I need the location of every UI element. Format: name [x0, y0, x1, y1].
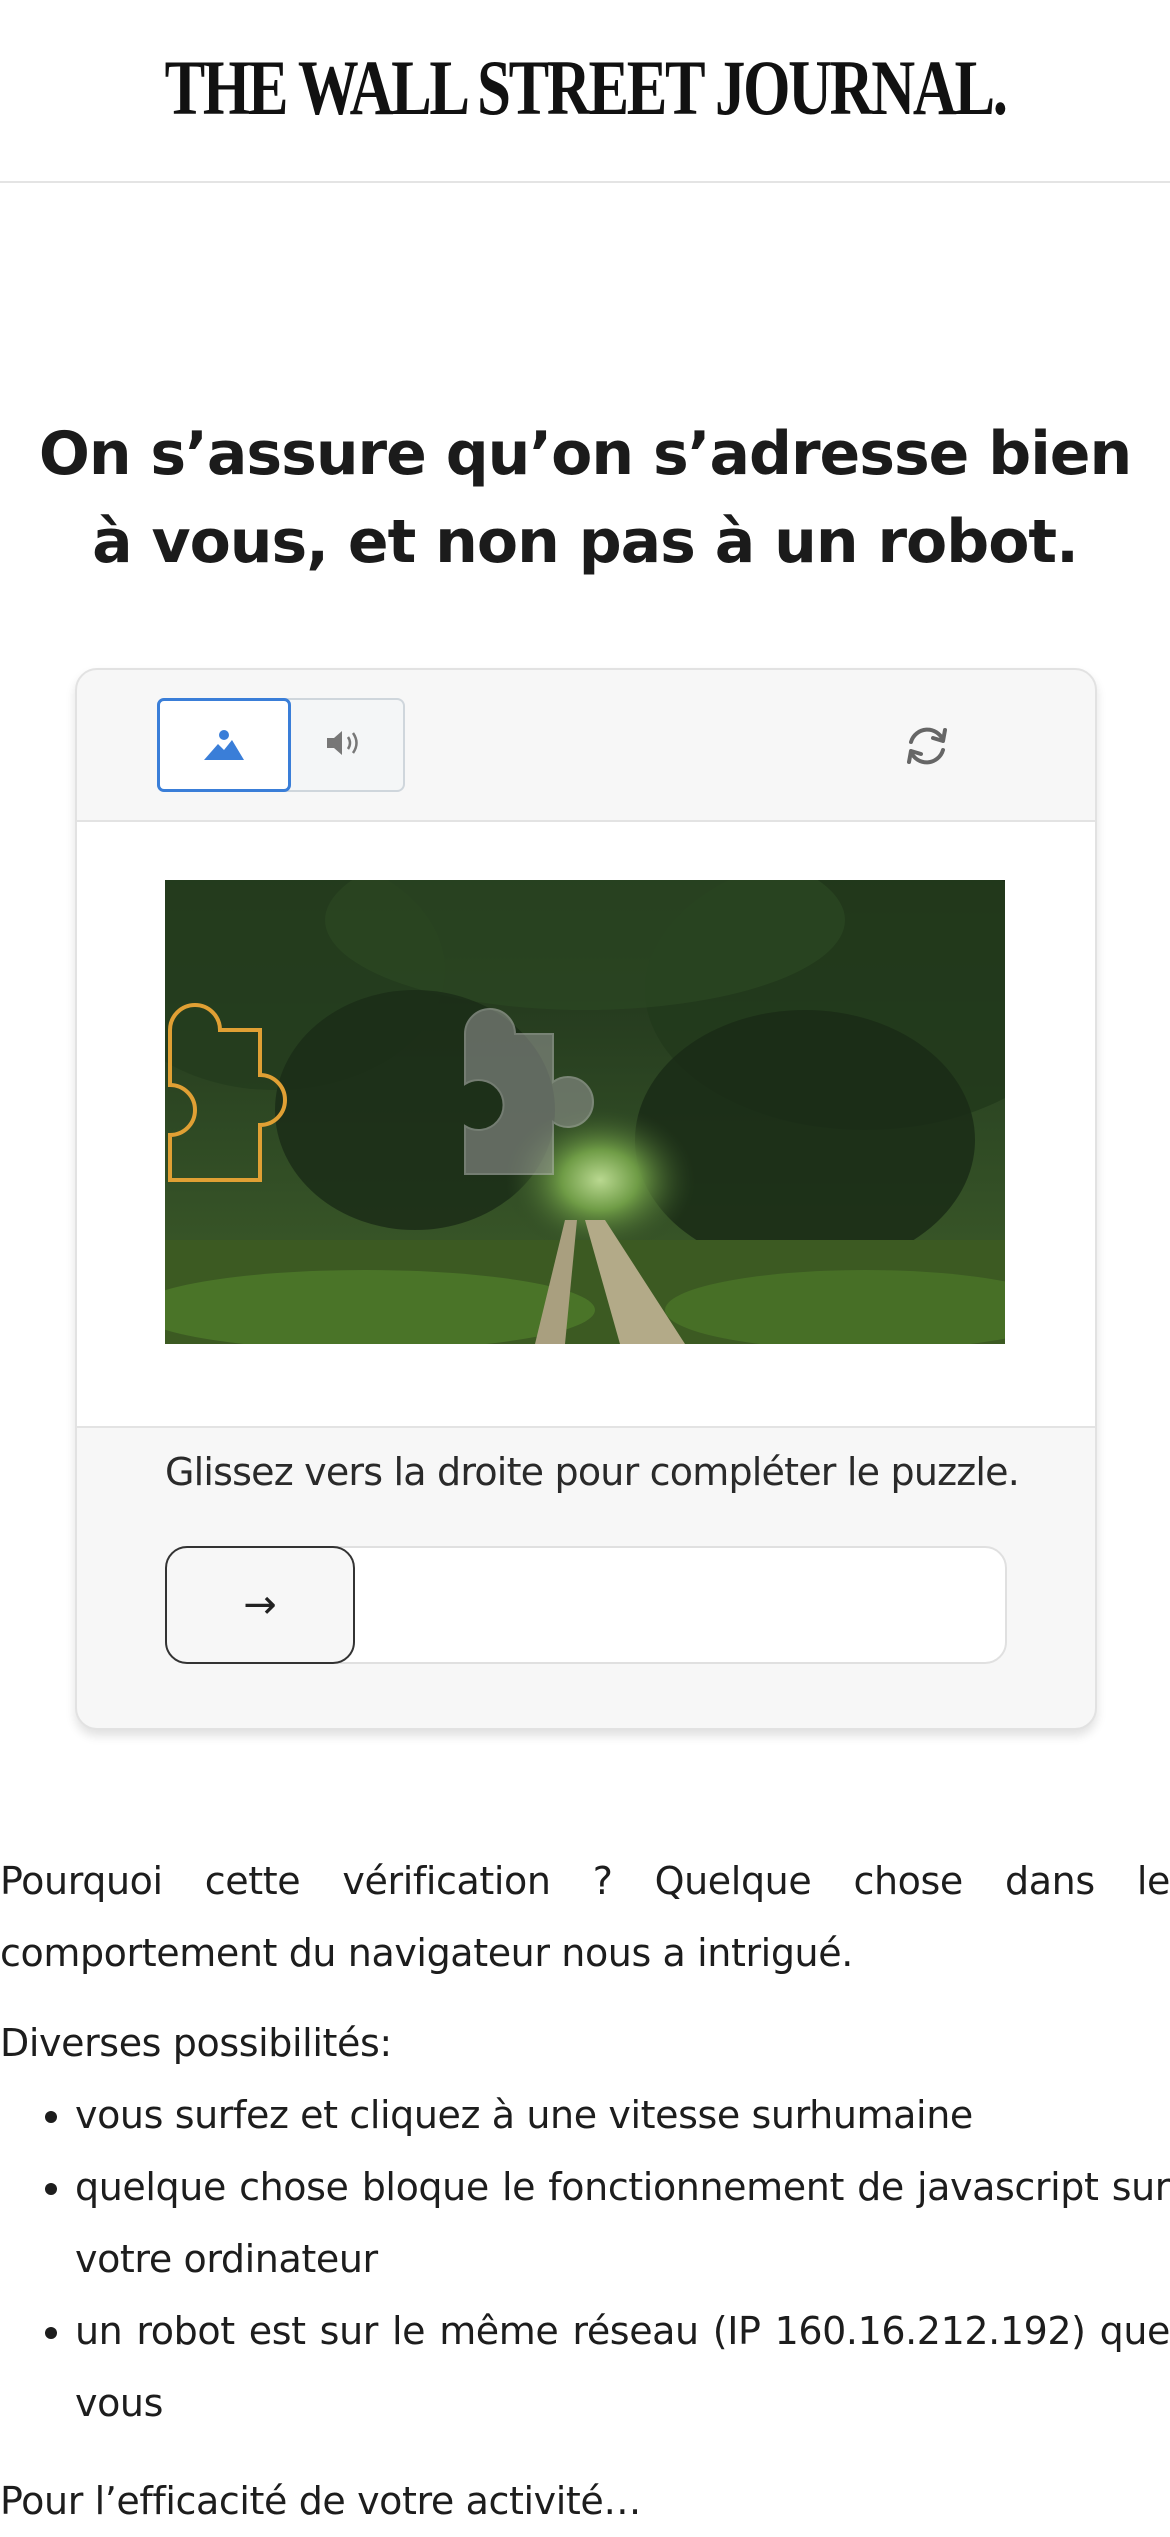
- refresh-button[interactable]: [897, 716, 957, 776]
- explanation-section: Pourquoi cette vérification ? Quelque ch…: [0, 1845, 1170, 2537]
- reason-item: vous surfez et cliquez à une vitesse sur…: [75, 2079, 1170, 2151]
- explanation-paragraph: Pourquoi cette vérification ? Quelque ch…: [0, 1859, 1170, 1975]
- masthead: THE WALL STREET JOURNAL.: [0, 0, 1170, 183]
- refresh-icon: [907, 727, 947, 765]
- captcha-mode-switch: [157, 698, 405, 792]
- image-icon: [204, 730, 244, 760]
- wsj-logo[interactable]: THE WALL STREET JOURNAL.: [165, 43, 1008, 133]
- puzzle-image: [165, 880, 1005, 1344]
- puzzle-instruction: Glissez vers la droite pour compléter le…: [165, 1450, 1020, 1494]
- arrow-right-icon: →: [243, 1582, 277, 1628]
- audio-icon: [327, 731, 358, 755]
- captcha-card: Glissez vers la droite pour compléter le…: [75, 668, 1097, 1730]
- slider-handle[interactable]: →: [165, 1546, 355, 1664]
- reasons-list: vous surfez et cliquez à une vitesse sur…: [0, 2079, 1170, 2439]
- audio-mode-button[interactable]: [289, 700, 401, 786]
- possibilities-label: Diverses possibilités:: [0, 2021, 392, 2065]
- page-title: On s’assure qu’on s’adresse bien à vous,…: [38, 419, 1132, 578]
- reason-item: quelque chose bloque le fonctionnement d…: [75, 2151, 1170, 2295]
- reason-item: un robot est sur le même réseau (IP 160.…: [75, 2295, 1170, 2439]
- image-mode-button[interactable]: [157, 698, 291, 792]
- next-paragraph: Pour l’efficacité de votre activité…: [0, 2479, 641, 2523]
- captcha-toolbar: [77, 670, 1095, 822]
- puzzle-area: [77, 822, 1095, 1428]
